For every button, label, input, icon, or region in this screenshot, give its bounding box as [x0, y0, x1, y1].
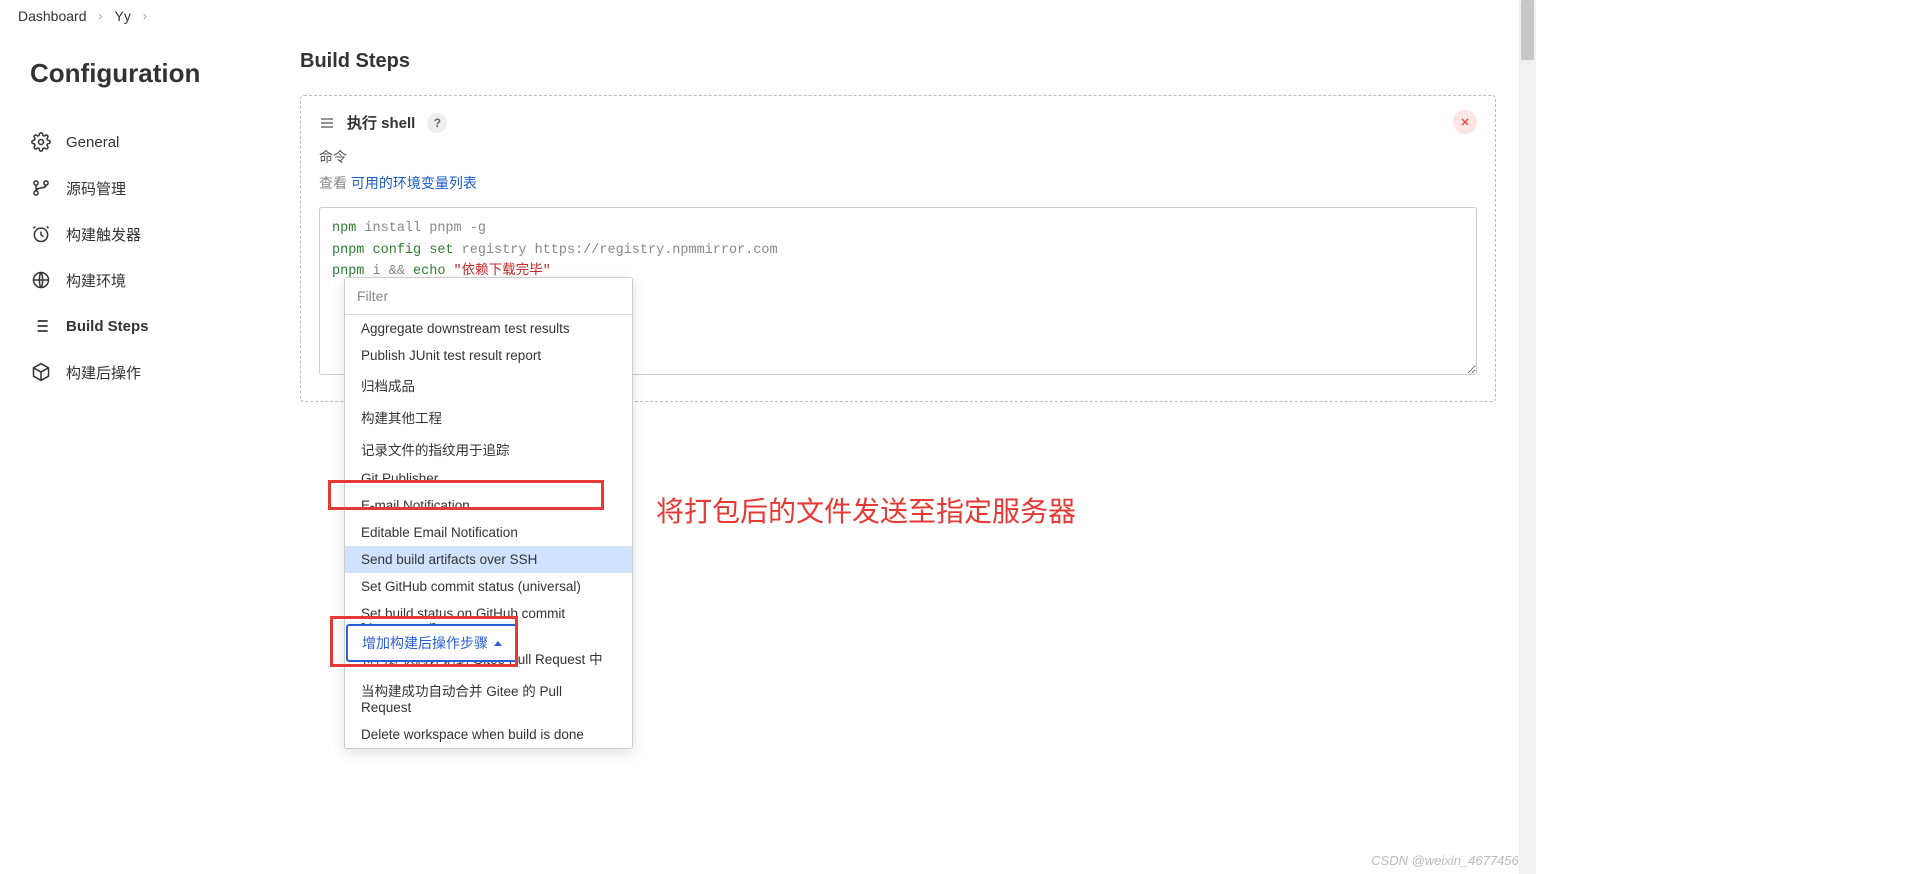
dropdown-filter-input[interactable] — [345, 278, 632, 315]
drag-handle-icon[interactable] — [319, 116, 335, 130]
dropdown-item[interactable]: Publish JUnit test result report — [345, 342, 632, 369]
hint-prefix: 查看 — [319, 175, 351, 191]
chevron-right-icon: › — [143, 9, 147, 23]
sidebar: Configuration General 源码管理 构建触发器 构建环境 — [0, 32, 300, 402]
scrollbar-track[interactable] — [1519, 0, 1536, 874]
annotation-text: 将打包后的文件发送至指定服务器 — [656, 490, 1076, 530]
step-title: 执行 shell — [347, 112, 415, 133]
post-build-actions-dropdown: Aggregate downstream test results Publis… — [344, 277, 633, 749]
sidebar-item-post-build[interactable]: 构建后操作 — [30, 349, 276, 395]
branch-icon — [30, 177, 52, 199]
sidebar-item-label: 构建环境 — [66, 270, 126, 291]
dropdown-item[interactable]: Delete workspace when build is done — [345, 721, 632, 748]
breadcrumb-item[interactable]: Dashboard — [18, 8, 87, 24]
dropdown-item[interactable]: Aggregate downstream test results — [345, 315, 632, 342]
chevron-right-icon: › — [99, 9, 103, 23]
sidebar-item-label: 源码管理 — [66, 178, 126, 199]
dropdown-item[interactable]: E-mail Notification — [345, 492, 632, 519]
sidebar-item-label: General — [66, 134, 119, 151]
dropdown-item-selected[interactable]: Send build artifacts over SSH — [345, 546, 632, 573]
remove-step-button[interactable] — [1453, 110, 1477, 134]
package-icon — [30, 361, 52, 383]
section-title: Build Steps — [300, 50, 1496, 73]
sidebar-item-general[interactable]: General — [30, 119, 276, 165]
field-label: 命令 — [319, 147, 1477, 167]
breadcrumb-item[interactable]: Yy — [115, 8, 131, 24]
dropdown-item[interactable]: 构建其他工程 — [345, 401, 632, 433]
sidebar-item-env[interactable]: 构建环境 — [30, 257, 276, 303]
dropdown-list: Aggregate downstream test results Publis… — [345, 315, 632, 748]
dropdown-item[interactable]: Editable Email Notification — [345, 519, 632, 546]
list-icon — [30, 315, 52, 337]
dropdown-item[interactable]: 当构建成功自动合并 Gitee 的 Pull Request — [345, 674, 632, 721]
gear-icon — [30, 131, 52, 153]
dropdown-item[interactable]: 记录文件的指纹用于追踪 — [345, 433, 632, 465]
dropdown-item[interactable]: 归档成品 — [345, 369, 632, 401]
add-button-label: 增加构建后操作步骤 — [362, 633, 488, 653]
dropdown-item[interactable]: Set GitHub commit status (universal) — [345, 573, 632, 600]
sidebar-item-triggers[interactable]: 构建触发器 — [30, 211, 276, 257]
page-title: Configuration — [30, 58, 276, 89]
sidebar-item-scm[interactable]: 源码管理 — [30, 165, 276, 211]
watermark: CSDN @weixin_46774564 — [1371, 853, 1526, 868]
scrollbar-thumb[interactable] — [1521, 0, 1534, 60]
clock-icon — [30, 223, 52, 245]
caret-up-icon — [494, 641, 502, 646]
env-vars-link[interactable]: 可用的环境变量列表 — [351, 175, 477, 191]
sidebar-item-label: 构建后操作 — [66, 362, 141, 383]
hint-line: 查看 可用的环境变量列表 — [319, 173, 1477, 193]
sidebar-item-label: 构建触发器 — [66, 224, 141, 245]
add-post-build-step-button[interactable]: 增加构建后操作步骤 — [346, 624, 518, 662]
help-icon[interactable]: ? — [427, 113, 447, 133]
breadcrumb: Dashboard › Yy › — [0, 0, 1536, 32]
sidebar-item-label: Build Steps — [66, 318, 149, 335]
dropdown-item[interactable]: Git Publisher — [345, 465, 632, 492]
globe-icon — [30, 269, 52, 291]
sidebar-item-build-steps[interactable]: Build Steps — [30, 303, 276, 349]
